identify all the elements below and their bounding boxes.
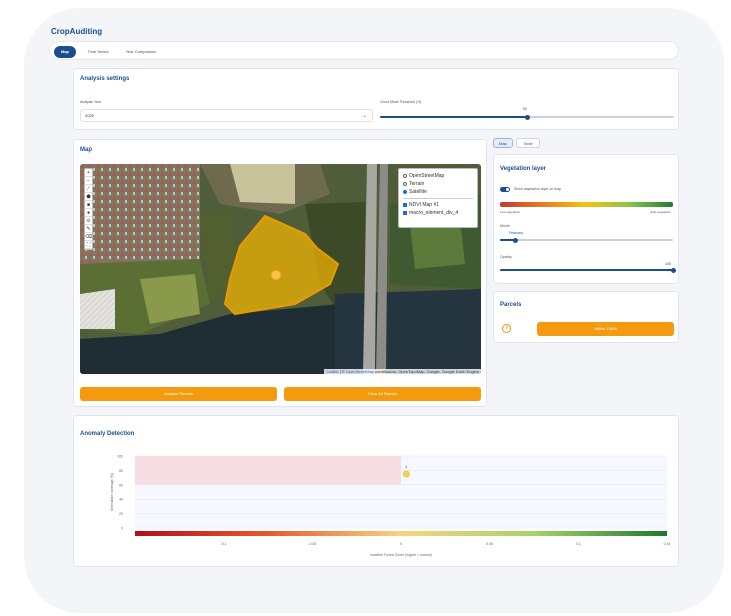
clear-all-parcels-button[interactable]: Clear All Parcels — [284, 387, 481, 401]
info-icon[interactable]: i — [502, 324, 511, 333]
cloud-mask-slider-fill — [380, 116, 527, 118]
leaflet-link[interactable]: Leaflet — [326, 369, 338, 374]
satellite-map[interactable]: + − ⁄ ⬟ ■ ● ⊙ ✎ ⌫ ⛶ OpenStreetMap Terrai… — [80, 164, 481, 374]
analysis-year-label: Analysis Year — [80, 100, 102, 104]
opacity-label: Opacity — [500, 255, 512, 259]
data-point-label: 1 — [405, 465, 407, 469]
tab-map[interactable]: Map — [54, 46, 76, 58]
base-layer-osm-label: OpenStreetMap — [409, 173, 445, 179]
chevron-down-icon: ⌄ — [362, 113, 367, 119]
opacity-value: 100 — [665, 262, 671, 266]
map-toolbar: + − ⁄ ⬟ ■ ● ⊙ ✎ ⌫ ⛶ — [84, 168, 93, 250]
overlay-macro-element-label: macro_element_div_4 — [409, 210, 459, 216]
parcel-within-button[interactable]: Within 100% — [537, 322, 674, 336]
analyze-parcels-button[interactable]: Analyze Parcels — [80, 387, 277, 401]
main-tabs: Map Time Series Year Comparison — [49, 41, 679, 60]
y-tick-label: 20 — [119, 512, 123, 516]
checkbox-icon — [403, 202, 407, 207]
anomaly-chart: 100 80 60 40 20 0 -0.1 -0.05 0 0.05 0.1 0.15 Isolati… — [110, 455, 671, 558]
base-layer-satellite[interactable]: Satellite — [403, 188, 473, 196]
cloud-mask-value: 50 — [523, 107, 527, 111]
edit-layers-icon[interactable]: ✎ — [85, 225, 92, 233]
draw-line-icon[interactable]: ⁄ — [85, 185, 92, 193]
app-title: CropAuditing — [51, 27, 103, 36]
anomaly-detection-title: Anomaly Detection — [80, 431, 135, 437]
app-frame: CropAuditing Map Time Series Year Compar… — [24, 8, 724, 613]
data-point — [403, 470, 410, 478]
overlay-macro-element[interactable]: macro_element_div_4 — [403, 209, 473, 217]
x-tick-label: 0.1 — [576, 542, 581, 546]
osm-link[interactable]: OpenStreetMap — [346, 369, 374, 374]
view-tab-table[interactable]: Table — [516, 138, 540, 148]
vegetation-toggle-label: Show vegetation layer on map — [514, 187, 562, 191]
opacity-slider[interactable] — [500, 267, 676, 273]
month-value: February — [509, 231, 524, 235]
opacity-slider-knob[interactable] — [670, 267, 676, 273]
y-tick-label: 100 — [117, 455, 123, 459]
fullscreen-icon[interactable]: ⛶ — [85, 241, 92, 249]
attribution-separator: | © — [338, 369, 346, 374]
delete-layers-icon[interactable]: ⌫ — [85, 233, 92, 241]
parcels-title: Parcels — [500, 302, 522, 308]
layer-control: OpenStreetMap Terrain Satellite NDVI Map… — [398, 168, 478, 228]
high-vegetation-label: High vegetation — [650, 210, 671, 214]
x-tick-label: 0.15 — [664, 542, 671, 546]
zoom-in-icon[interactable]: + — [85, 169, 92, 177]
cloud-mask-slider[interactable] — [380, 114, 674, 120]
y-tick-label: 80 — [119, 469, 123, 473]
vegetation-layer-card: Vegetation layer Show vegetation layer o… — [493, 154, 679, 284]
y-tick-label: 60 — [119, 483, 123, 487]
vegetation-legend-bar — [500, 202, 673, 207]
y-tick-label: 40 — [119, 498, 123, 502]
base-layer-osm[interactable]: OpenStreetMap — [403, 172, 473, 180]
month-slider-knob[interactable] — [513, 237, 519, 243]
radio-icon — [403, 173, 407, 178]
y-axis-label: Selectable coverage (%) — [110, 473, 114, 511]
month-slider[interactable] — [500, 237, 673, 243]
layer-divider — [403, 198, 473, 199]
x-tick-label: 0 — [400, 542, 402, 546]
cloud-mask-slider-knob[interactable] — [524, 114, 530, 120]
vegetation-layer-title: Vegetation layer — [500, 166, 547, 172]
draw-polygon-icon[interactable]: ⬟ — [85, 193, 92, 201]
low-vegetation-label: Low vegetation — [500, 210, 521, 214]
anomaly-region — [135, 456, 401, 485]
view-tab-map[interactable]: Map — [493, 138, 513, 148]
checkbox-icon — [403, 210, 407, 215]
parcels-card: Parcels i Within 100% — [493, 291, 679, 343]
base-layer-terrain-label: Terrain — [409, 181, 425, 187]
base-layer-terrain[interactable]: Terrain — [403, 180, 473, 188]
cloud-mask-label: Cloud Mask Threshold (%) — [380, 100, 422, 104]
zoom-out-icon[interactable]: − — [85, 177, 92, 185]
color-scale-bar — [135, 531, 667, 536]
analysis-year-value: 2025 — [85, 113, 94, 118]
attribution-text: contributors, OpenTopoMap, Google, Googl… — [374, 369, 479, 374]
draw-marker-icon[interactable]: ⊙ — [85, 217, 92, 225]
radio-icon — [403, 181, 407, 186]
map-attribution: Leaflet | © OpenStreetMap contributors, … — [324, 369, 481, 374]
y-tick-label: 0 — [121, 527, 123, 531]
tab-time-series[interactable]: Time Series — [82, 46, 114, 58]
map-title: Map — [80, 147, 92, 153]
x-axis-label: Isolation Forest Score (higher = normal) — [370, 553, 432, 557]
map-card: Map + − ⁄ ⬟ ■ ● ⊙ ✎ ⌫ ⛶ OpenStreetMap Te… — [73, 139, 487, 407]
x-tick-label: -0.1 — [221, 542, 227, 546]
analysis-settings-card: Analysis settings Analysis Year 2025 ⌄ C… — [73, 68, 679, 130]
analysis-year-select[interactable]: 2025 ⌄ — [80, 109, 373, 122]
vegetation-toggle[interactable] — [500, 187, 510, 192]
tab-year-comparison[interactable]: Year Comparison — [118, 46, 164, 58]
draw-rectangle-icon[interactable]: ■ — [85, 201, 92, 209]
draw-circle-icon[interactable]: ● — [85, 209, 92, 217]
base-layer-satellite-label: Satellite — [409, 189, 427, 195]
x-tick-label: -0.05 — [308, 542, 316, 546]
month-label: Month — [500, 224, 510, 228]
overlay-ndvi-label: NDVI Map #1 — [409, 202, 440, 208]
radio-selected-icon — [403, 189, 407, 194]
x-tick-label: 0.05 — [486, 542, 493, 546]
opacity-slider-fill — [500, 269, 673, 271]
overlay-ndvi[interactable]: NDVI Map #1 — [403, 201, 473, 209]
anomaly-detection-card: Anomaly Detection 100 80 60 40 20 0 -0.1 -0.05 0… — [73, 415, 679, 567]
analysis-settings-title: Analysis settings — [80, 76, 130, 82]
